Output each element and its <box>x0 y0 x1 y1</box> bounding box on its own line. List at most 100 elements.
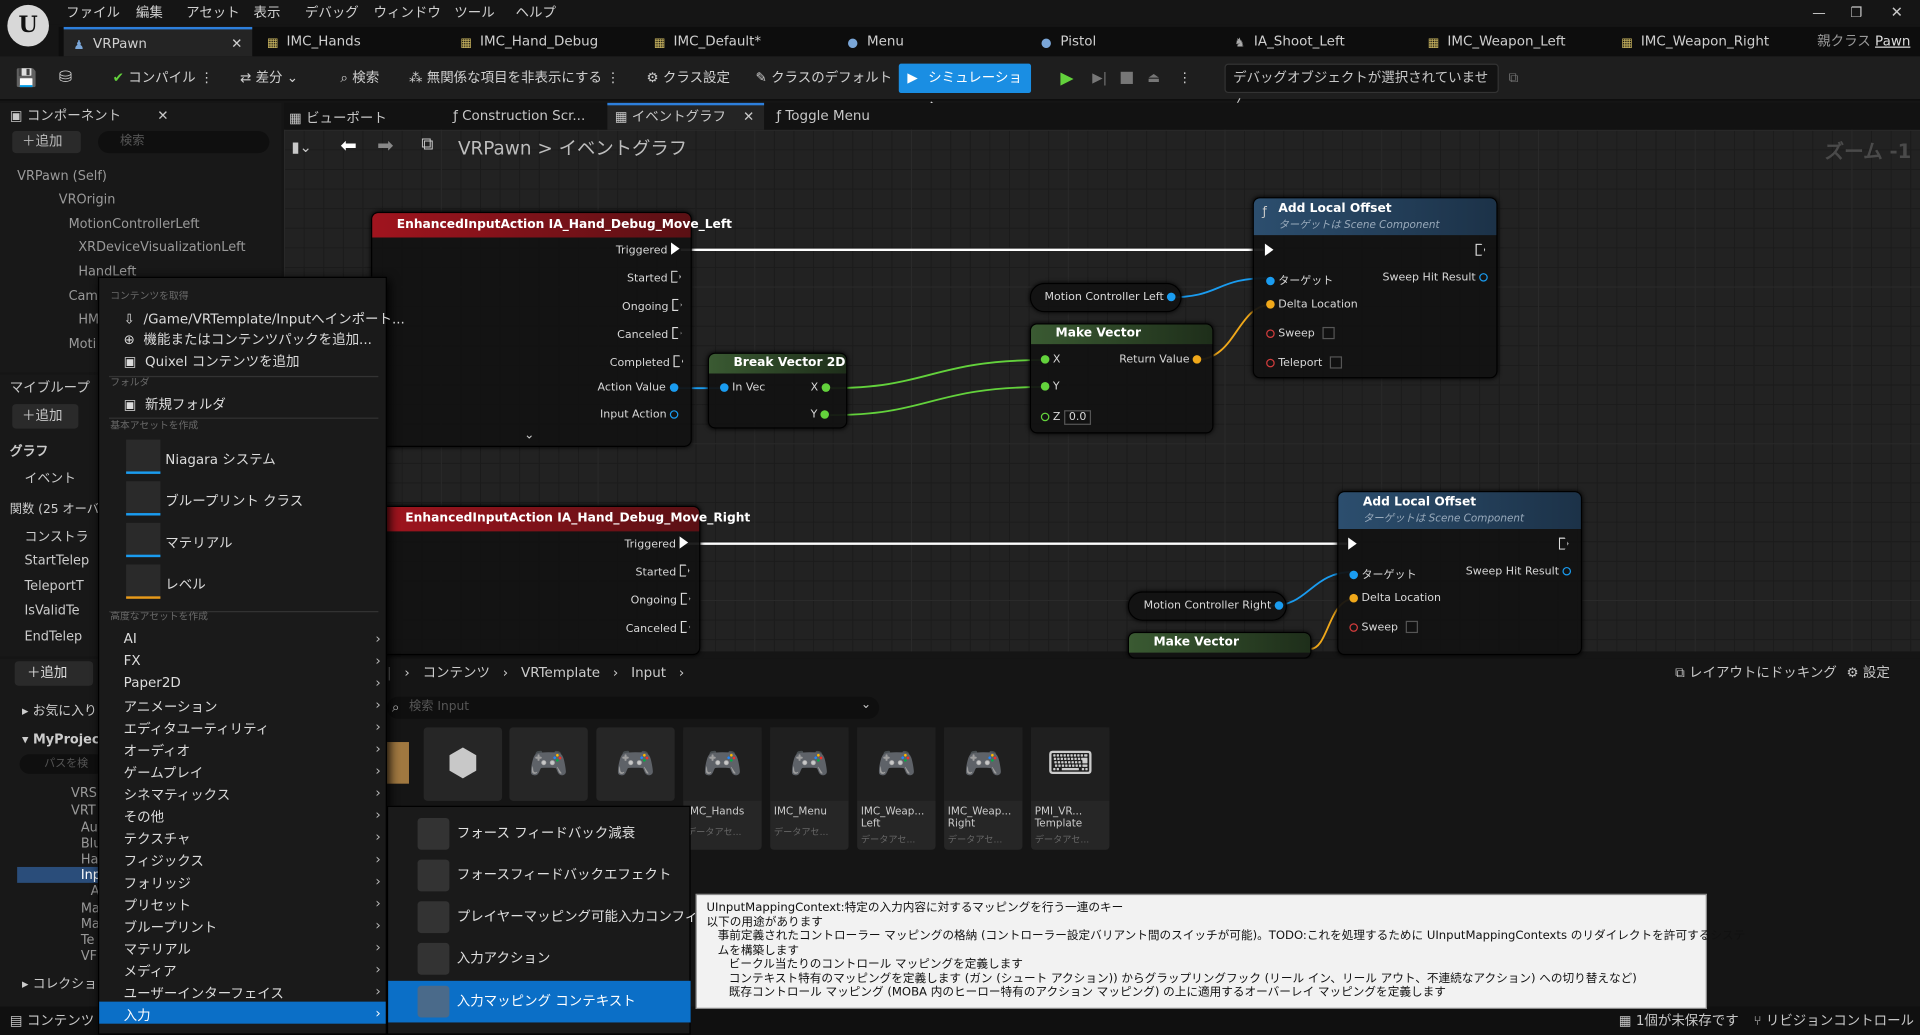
pin-action-value[interactable]: Action Value <box>598 382 678 394</box>
menu-cat-fx[interactable]: FX › <box>124 653 381 669</box>
content-drawer-button[interactable]: ▤ コンテンツ <box>10 1010 94 1030</box>
submenu-player-mappable-config[interactable]: プレイヤーマッピング可能入力コンフィグ <box>388 896 712 938</box>
pin-canceled[interactable]: Canceled <box>626 620 691 636</box>
asset-thumb-imc[interactable]: 🎮 <box>596 727 675 801</box>
path-search-input[interactable]: パスを検 <box>19 754 106 774</box>
make-vector-node-2[interactable]: Make Vector <box>1127 631 1312 659</box>
submenu-force-feedback-attenuation[interactable]: フォース フィードバック減衰 <box>388 813 690 855</box>
pin-completed[interactable]: Completed <box>610 355 684 370</box>
menu-cat-blueprint[interactable]: ブループリント › <box>124 917 381 937</box>
asset-thumb-mesh[interactable]: ⬢ <box>423 727 503 801</box>
pin-ongoing[interactable]: Ongoing <box>631 592 691 607</box>
expand-chevron-icon[interactable]: ⌄ <box>524 429 534 442</box>
pin-started[interactable]: Started <box>627 270 681 285</box>
pin-exec-in[interactable] <box>1348 537 1357 553</box>
menu-cat-media[interactable]: メディア › <box>124 961 381 981</box>
pin-make-x[interactable]: X <box>1040 354 1060 366</box>
pin-x-out[interactable]: X <box>811 382 831 394</box>
folder-item[interactable]: Te <box>81 933 95 948</box>
menu-cat-material[interactable]: マテリアル › <box>124 939 381 959</box>
pin-ongoing[interactable]: Ongoing <box>622 298 682 313</box>
menu-blueprint-class[interactable]: ブループリント クラス <box>165 491 303 511</box>
submenu-force-feedback-effect[interactable]: フォースフィードバックエフェクト <box>388 855 690 897</box>
menu-level[interactable]: レベル <box>165 574 205 594</box>
pin-exec-out[interactable] <box>1475 243 1486 259</box>
menu-cat-texture[interactable]: テクスチャ › <box>124 829 381 849</box>
pin-sweep[interactable]: Sweep <box>1349 620 1418 634</box>
revision-control-button[interactable]: ⑂ リビジョンコントロール <box>1753 1010 1914 1030</box>
chevron-down-icon[interactable]: ⌄ <box>861 698 871 711</box>
folder-item[interactable]: VRS <box>71 786 97 801</box>
pin-in-vec[interactable]: In Vec <box>720 382 765 394</box>
menu-cat-ui[interactable]: ユーザーインターフェイス › <box>124 983 381 1003</box>
pin-exec-in[interactable] <box>1264 243 1274 259</box>
menu-cat-cinematics[interactable]: シネマティックス › <box>124 785 381 805</box>
folder-item[interactable]: Ma <box>81 917 100 932</box>
folder-item[interactable]: Au <box>81 820 98 835</box>
menu-cat-preset[interactable]: プリセット › <box>124 895 381 915</box>
asset-imc-weapon-left[interactable]: 🎮 IMC_Weap... Left データアセ... <box>857 727 936 850</box>
pin-make-y[interactable]: Y <box>1040 381 1060 393</box>
menu-cat-foliage[interactable]: フォリッジ › <box>124 873 381 893</box>
content-settings-button[interactable]: ⚙ 設定 <box>1847 662 1890 682</box>
pin-input-action[interactable]: Input Action <box>600 409 679 421</box>
path-vrtemplate[interactable]: VRTemplate <box>521 665 600 681</box>
pin-delta-location[interactable]: Delta Location <box>1349 593 1441 605</box>
pin-return-value[interactable]: Return Value <box>1119 354 1202 366</box>
menu-cat-input[interactable]: 入力 › <box>124 1005 381 1025</box>
folder-item[interactable]: Ma <box>81 901 100 916</box>
path-input[interactable]: Input <box>631 665 666 681</box>
project-section[interactable]: ▾ MyProject <box>22 732 106 747</box>
asset-imc-menu[interactable]: 🎮 IMC_Menu データアセ... <box>770 727 849 850</box>
folder-thumbnail[interactable] <box>386 742 409 784</box>
path-content[interactable]: コンテンツ <box>423 665 490 681</box>
submenu-input-action[interactable]: 入力アクション <box>388 938 690 980</box>
sweep-checkbox[interactable] <box>1405 620 1418 634</box>
asset-search-input[interactable]: 検索 Input <box>386 696 880 719</box>
menu-cat-ai[interactable]: AI › <box>124 631 381 647</box>
pin-make-z[interactable]: Z 0.0 <box>1040 410 1092 425</box>
pin-target[interactable]: ターゲット <box>1349 566 1417 582</box>
asset-imc-hands[interactable]: 🎮 IMC_Hands データアセ... <box>683 727 762 850</box>
menu-cat-audio[interactable]: オーディオ › <box>124 741 381 761</box>
menu-quixel[interactable]: ▣ Quixel コンテンツを追加 <box>124 351 300 371</box>
pin-sweep-hit-result[interactable]: Sweep Hit Result <box>1382 272 1488 284</box>
collections-section[interactable]: ▸ コレクショ <box>22 975 97 993</box>
pin-sweep[interactable]: Sweep <box>1266 326 1335 340</box>
menu-cat-editor-utility[interactable]: エディタユーティリティ › <box>124 719 381 739</box>
menu-cat-paper2d[interactable]: Paper2D › <box>124 675 381 691</box>
menu-cat-misc[interactable]: その他 › <box>124 807 381 827</box>
teleport-checkbox[interactable] <box>1329 356 1342 369</box>
menu-new-folder[interactable]: ▣ 新規フォルダ <box>124 394 226 414</box>
unsaved-indicator[interactable]: ▦ 1個が未保存です <box>1619 1010 1739 1030</box>
submenu-input-mapping-context[interactable]: 入力マッピング コンテキスト <box>388 980 691 1023</box>
menu-import[interactable]: ⇩ /Game/VRTemplate/Inputへインポート... <box>124 309 405 329</box>
folder-item[interactable]: Ha <box>81 852 99 867</box>
asset-imc-weapon-right[interactable]: 🎮 IMC_Weap... Right データアセ... <box>944 727 1023 850</box>
pin-started[interactable]: Started <box>636 564 690 579</box>
pin-target[interactable]: ターゲット <box>1266 272 1333 288</box>
menu-cat-animation[interactable]: アニメーション › <box>124 697 381 717</box>
content-add-button[interactable]: ＋追加 <box>14 661 94 686</box>
favorites-section[interactable]: ▸ お気に入り <box>22 702 97 720</box>
menu-niagara[interactable]: Niagara システム <box>165 449 275 469</box>
pin-triggered[interactable]: Triggered <box>624 536 689 551</box>
menu-material[interactable]: マテリアル <box>165 533 232 553</box>
sweep-checkbox[interactable] <box>1322 326 1335 340</box>
pin-y-out[interactable]: Y <box>811 409 830 421</box>
asset-thumb-imc[interactable]: 🎮 <box>509 727 588 801</box>
pin-sweep-hit-result[interactable]: Sweep Hit Result <box>1466 566 1572 578</box>
pin-teleport[interactable]: Teleport <box>1266 356 1342 370</box>
folder-item[interactable]: VRT <box>71 803 96 818</box>
menu-cat-physics[interactable]: フィジックス › <box>124 851 381 871</box>
menu-cat-gameplay[interactable]: ゲームプレイ › <box>124 763 381 783</box>
pin-delta-location[interactable]: Delta Location <box>1266 299 1358 311</box>
menu-add-feature[interactable]: ⊕ 機能またはコンテンツパックを追加... <box>124 329 372 349</box>
pin-triggered[interactable]: Triggered <box>616 242 680 257</box>
asset-pmi-vr-template[interactable]: ⌨ PMI_VR... Template データアセ... <box>1031 727 1110 850</box>
folder-item[interactable]: VF <box>81 949 97 964</box>
pin-exec-out[interactable] <box>1558 537 1569 553</box>
z-value-input[interactable]: 0.0 <box>1063 410 1092 425</box>
pin-canceled[interactable]: Canceled <box>617 326 682 342</box>
dock-layout-button[interactable]: ⧉ レイアウトにドッキング <box>1675 662 1837 682</box>
